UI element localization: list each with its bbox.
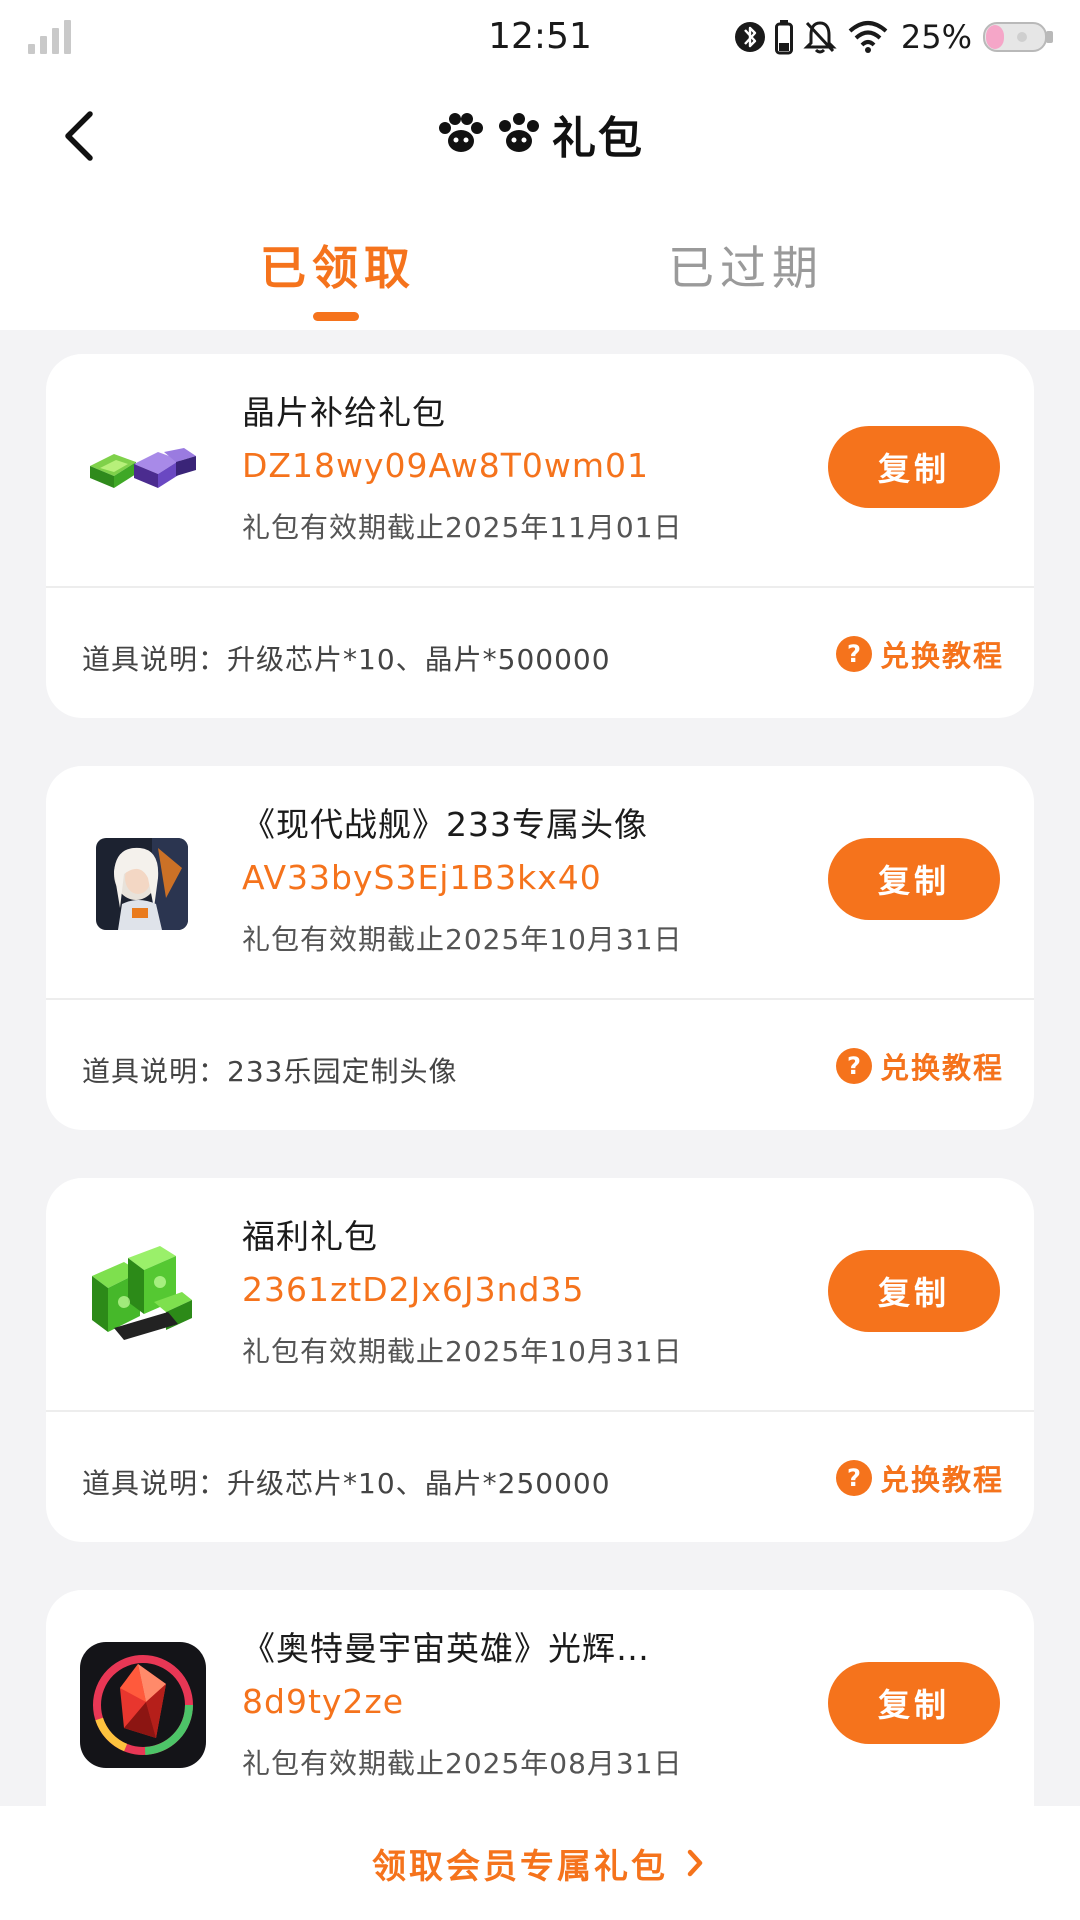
gift-card-main: 《现代战舰》233专属头像 AV33byS3Ej1B3kx40 礼包有效期截止2… bbox=[46, 766, 1034, 998]
green-chips-icon bbox=[78, 1232, 202, 1356]
battery-small-icon bbox=[774, 20, 793, 55]
copy-button[interactable]: 复制 bbox=[828, 426, 1000, 508]
copy-button[interactable]: 复制 bbox=[828, 1250, 1000, 1332]
redeem-tutorial-link[interactable]: ? 兑换教程 bbox=[836, 1044, 1004, 1088]
gift-code: 8d9ty2ze bbox=[242, 1682, 405, 1721]
glowing-crystal-icon bbox=[80, 1642, 206, 1768]
crystal-chips-icon bbox=[78, 408, 202, 532]
gift-code: DZ18wy09Aw8T0wm01 bbox=[242, 446, 650, 485]
gift-card-main: 《奥特曼宇宙英雄》光辉… 8d9ty2ze 礼包有效期截止2025年08月31日… bbox=[46, 1590, 1034, 1822]
gift-card-footer: 道具说明：233乐园定制头像 ? 兑换教程 bbox=[46, 1000, 1034, 1130]
redeem-tutorial-link[interactable]: ? 兑换教程 bbox=[836, 1456, 1004, 1500]
item-description: 道具说明：升级芯片*10、晶片*500000 bbox=[82, 643, 611, 676]
copy-button[interactable]: 复制 bbox=[828, 838, 1000, 920]
gift-card: 福利礼包 2361ztD2Jx6J3nd35 礼包有效期截止2025年10月31… bbox=[46, 1178, 1034, 1542]
cat-battery-icon bbox=[983, 22, 1053, 52]
active-tab-indicator bbox=[313, 312, 359, 321]
chevron-right-icon bbox=[687, 1849, 703, 1877]
mute-bell-icon bbox=[803, 21, 837, 54]
gift-name: 《奥特曼宇宙英雄》光辉… bbox=[242, 1629, 650, 1668]
gift-code: 2361ztD2Jx6J3nd35 bbox=[242, 1270, 585, 1309]
page-title: 礼包 bbox=[552, 113, 644, 164]
tab-bar: 已领取 已过期 bbox=[0, 228, 1080, 328]
status-icons: 25% bbox=[734, 16, 1056, 58]
wifi-icon bbox=[848, 21, 888, 53]
gift-card-footer: 道具说明：升级芯片*10、晶片*500000 ? 兑换教程 bbox=[46, 588, 1034, 718]
tab-expired[interactable]: 已过期 bbox=[616, 232, 876, 298]
tutorial-label: 兑换教程 bbox=[880, 639, 1005, 673]
member-gift-link[interactable]: 领取会员专属礼包 bbox=[372, 1839, 668, 1888]
help-icon: ? bbox=[836, 1048, 872, 1084]
tutorial-label: 兑换教程 bbox=[880, 1051, 1005, 1085]
gift-code: AV33byS3Ej1B3kx40 bbox=[242, 858, 602, 897]
gift-card-main: 福利礼包 2361ztD2Jx6J3nd35 礼包有效期截止2025年10月31… bbox=[46, 1178, 1034, 1410]
gift-name: 福利礼包 bbox=[242, 1217, 378, 1256]
paw-logo-icon bbox=[499, 113, 539, 152]
item-description: 道具说明：233乐园定制头像 bbox=[82, 1055, 458, 1088]
help-icon: ? bbox=[836, 636, 872, 672]
gift-expiry: 礼包有效期截止2025年11月01日 bbox=[242, 511, 683, 544]
member-gift-bar[interactable]: 领取会员专属礼包 bbox=[0, 1806, 1080, 1920]
gift-card-footer: 道具说明：升级芯片*10、晶片*250000 ? 兑换教程 bbox=[46, 1412, 1034, 1542]
gift-expiry: 礼包有效期截止2025年10月31日 bbox=[242, 1335, 683, 1368]
battery-percent: 25% bbox=[900, 18, 972, 56]
nav-bar: 礼包 bbox=[0, 92, 1080, 180]
help-icon: ? bbox=[836, 1460, 872, 1496]
copy-button[interactable]: 复制 bbox=[828, 1662, 1000, 1744]
gift-card-main: 晶片补给礼包 DZ18wy09Aw8T0wm01 礼包有效期截止2025年11月… bbox=[46, 354, 1034, 586]
paw-logo-icon bbox=[439, 113, 483, 152]
gift-name: 《现代战舰》233专属头像 bbox=[242, 805, 648, 844]
gift-card: 《现代战舰》233专属头像 AV33byS3Ej1B3kx40 礼包有效期截止2… bbox=[46, 766, 1034, 1130]
gift-expiry: 礼包有效期截止2025年08月31日 bbox=[242, 1747, 683, 1780]
redeem-tutorial-link[interactable]: ? 兑换教程 bbox=[836, 632, 1004, 676]
gift-expiry: 礼包有效期截止2025年10月31日 bbox=[242, 923, 683, 956]
nav-title-group: 礼包 bbox=[0, 102, 1080, 166]
status-bar: 12:51 25% bbox=[0, 0, 1080, 76]
avatar-portrait-icon bbox=[96, 838, 188, 930]
item-description: 道具说明：升级芯片*10、晶片*250000 bbox=[82, 1467, 611, 1500]
tab-claimed[interactable]: 已领取 bbox=[208, 232, 468, 298]
header-area: 12:51 25% 礼包 已领取 已过期 bbox=[0, 0, 1080, 330]
gift-name: 晶片补给礼包 bbox=[242, 393, 446, 432]
bluetooth-icon bbox=[734, 22, 765, 52]
tutorial-label: 兑换教程 bbox=[880, 1463, 1005, 1497]
gift-card: 晶片补给礼包 DZ18wy09Aw8T0wm01 礼包有效期截止2025年11月… bbox=[46, 354, 1034, 718]
